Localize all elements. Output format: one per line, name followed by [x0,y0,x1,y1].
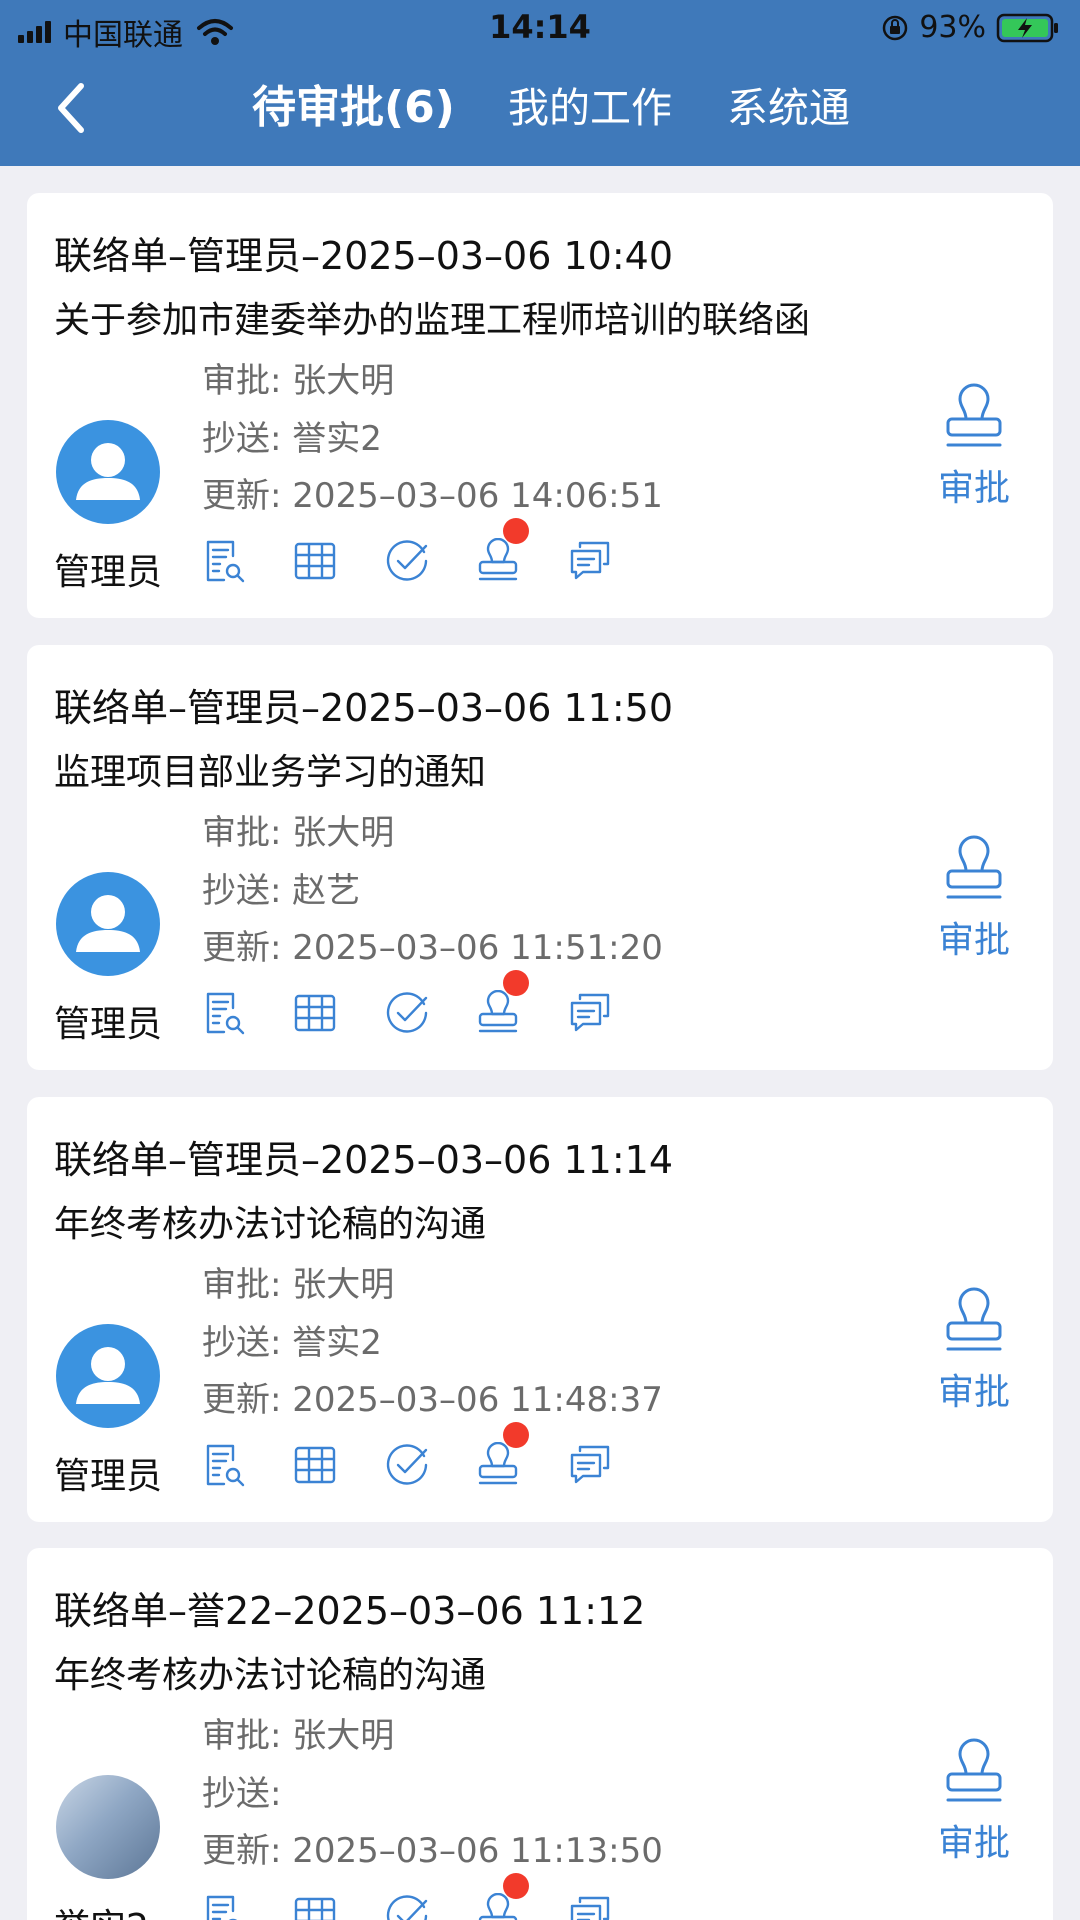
header: 中国联通 14:14 93% 待审批(6) 我的工作 系统通 [0,0,1080,166]
battery-charging-icon [996,13,1058,42]
tab-my-work[interactable]: 我的工作 [508,78,672,138]
doc-search-icon[interactable] [202,1893,248,1920]
orientation-lock-icon [883,15,908,40]
card-title: 联络单–管理员–2025–03–06 11:50 [54,686,674,730]
table-icon[interactable] [292,990,338,1036]
approve-button[interactable]: 审批 [919,1738,1029,1868]
approver-line: 审批: 张大明 [202,1716,395,1756]
approve-label: 审批 [937,468,1010,509]
card-subject: 年终考核办法讨论稿的沟通 [54,1655,487,1696]
battery-percent: 93% [919,10,986,45]
notification-dot [503,518,529,544]
check-circle-icon[interactable] [384,1442,430,1488]
stamp-icon [946,1287,1002,1351]
approve-button[interactable]: 审批 [919,383,1029,513]
approver-line: 审批: 张大明 [202,361,395,401]
comment-icon[interactable] [567,1442,613,1488]
approval-card[interactable]: 联络单–管理员–2025–03–06 11:50 监理项目部业务学习的通知 审批… [27,645,1053,1070]
chevron-left-icon [58,83,84,133]
stamp-icon[interactable] [475,1442,521,1488]
author-name: 管理员 [54,1004,163,1045]
notification-dot [503,1873,529,1899]
avatar[interactable] [56,1324,160,1428]
tab-system[interactable]: 系统通 [727,78,850,138]
comment-icon[interactable] [567,990,613,1036]
table-icon[interactable] [292,1893,338,1920]
avatar[interactable] [56,420,160,524]
notification-dot [503,970,529,996]
approval-card[interactable]: 联络单–管理员–2025–03–06 11:14 年终考核办法讨论稿的沟通 审批… [27,1097,1053,1522]
approval-card[interactable]: 联络单–誉22–2025–03–06 11:12 年终考核办法讨论稿的沟通 审批… [27,1548,1053,1920]
approve-label: 审批 [937,1372,1010,1413]
card-subject: 关于参加市建委举办的监理工程师培训的联络函 [54,300,811,341]
doc-search-icon[interactable] [202,1442,248,1488]
card-title: 联络单–管理员–2025–03–06 10:40 [54,234,674,278]
check-circle-icon[interactable] [384,1893,430,1920]
approve-button[interactable]: 审批 [919,835,1029,965]
table-icon[interactable] [292,538,338,584]
person-icon [76,1347,140,1404]
cc-line: 抄送: 赵艺 [202,871,361,911]
table-icon[interactable] [292,1442,338,1488]
author-name: 管理员 [54,1456,163,1497]
author-name: 誉实2 [54,1898,149,1920]
back-button[interactable] [40,78,100,138]
approve-label: 审批 [937,1823,1010,1864]
approve-label: 审批 [937,920,1010,961]
cc-line: 抄送: 誉实2 [202,419,382,459]
comment-icon[interactable] [567,1893,613,1920]
notification-dot [503,1422,529,1448]
doc-search-icon[interactable] [202,990,248,1036]
approval-card[interactable]: 联络单–管理员–2025–03–06 10:40 关于参加市建委举办的监理工程师… [27,193,1053,618]
tab-pending-approval[interactable]: 待审批(6) [252,78,455,138]
stamp-icon [946,835,1002,899]
stamp-icon[interactable] [475,990,521,1036]
updated-line: 更新: 2025–03–06 11:13:50 [202,1831,663,1871]
approver-line: 审批: 张大明 [202,813,395,853]
avatar[interactable] [56,872,160,976]
approver-line: 审批: 张大明 [202,1265,395,1305]
photo-avatar[interactable] [56,1775,160,1879]
updated-line: 更新: 2025–03–06 11:48:37 [202,1380,663,1420]
stamp-icon[interactable] [475,538,521,584]
person-icon [76,895,140,952]
card-title: 联络单–管理员–2025–03–06 11:14 [54,1138,674,1182]
status-right: 93% [881,10,1060,45]
doc-search-icon[interactable] [202,538,248,584]
author-name: 管理员 [54,552,163,593]
check-circle-icon[interactable] [384,990,430,1036]
cc-line: 抄送: [202,1774,282,1814]
approve-button[interactable]: 审批 [919,1287,1029,1417]
comment-icon[interactable] [567,538,613,584]
updated-line: 更新: 2025–03–06 11:51:20 [202,928,663,968]
stamp-icon [946,383,1002,447]
check-circle-icon[interactable] [384,538,430,584]
card-subject: 年终考核办法讨论稿的沟通 [54,1204,487,1245]
card-title: 联络单–誉22–2025–03–06 11:12 [54,1589,646,1633]
status-bar: 中国联通 14:14 93% [0,0,1080,56]
cc-line: 抄送: 誉实2 [202,1323,382,1363]
nav-bar: 待审批(6) 我的工作 系统通 [0,56,1080,166]
person-icon [76,443,140,500]
stamp-icon [946,1738,1002,1802]
updated-line: 更新: 2025–03–06 14:06:51 [202,476,663,516]
card-subject: 监理项目部业务学习的通知 [54,752,487,793]
